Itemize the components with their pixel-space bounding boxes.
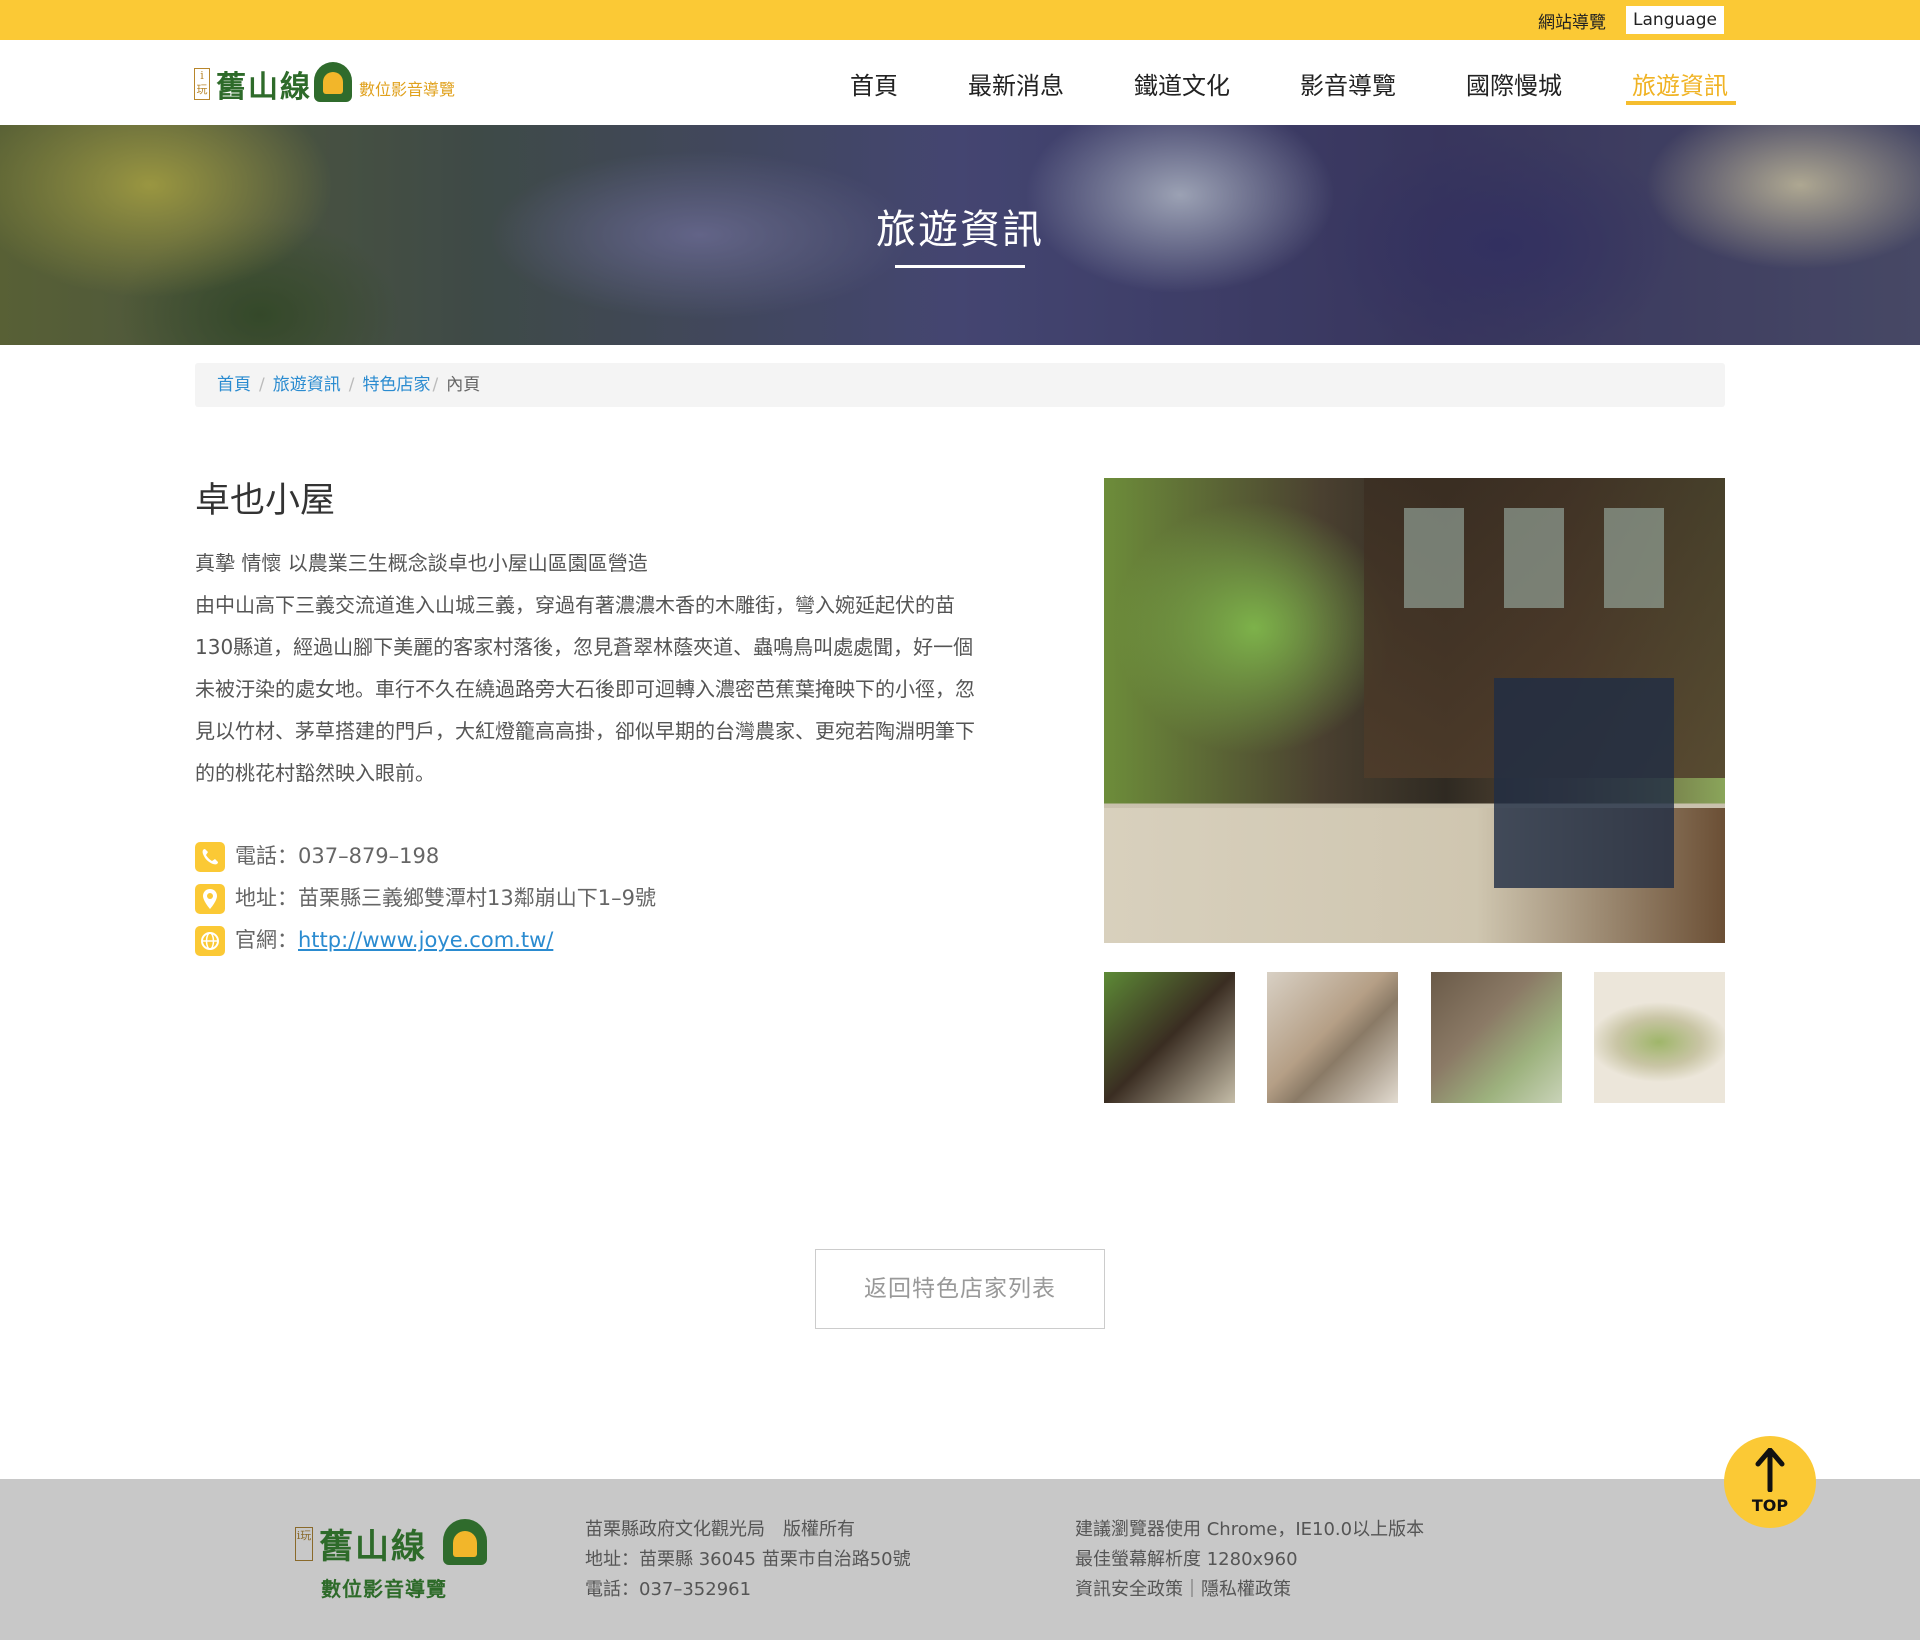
globe-icon: [195, 926, 225, 956]
top-utility-bar: 網站導覽 Language: [0, 0, 1920, 40]
phone-value: 037–879–198: [298, 844, 440, 868]
breadcrumb-separator: /: [348, 375, 355, 395]
top-label: TOP: [1751, 1496, 1789, 1515]
breadcrumb-home[interactable]: 首頁: [217, 375, 251, 395]
site-footer: i玩 舊山線 數位影音導覽 苗栗縣政府文化觀光局 版權所有 地址：苗栗縣 360…: [0, 1479, 1920, 1640]
website-link[interactable]: http://www.joye.com.tw/: [298, 928, 553, 952]
description-line: 由中山高下三義交流道進入山城三義，穿過有著濃濃木香的木雕街，彎入婉延起伏的苗: [195, 593, 955, 617]
breadcrumb-current: 內頁: [446, 375, 481, 395]
footer-logo: i玩 舊山線 數位影音導覽: [295, 1519, 495, 1609]
phone-icon: [195, 842, 225, 872]
logo-name: 舊山線: [216, 70, 312, 105]
description-line: 未被汙染的處女地。車行不久在繞過路旁大石後即可迴轉入濃密芭蕉葉掩映下的小徑，忽: [195, 677, 975, 701]
footer-logo-badge: i玩: [295, 1527, 313, 1561]
footer-site-info: 建議瀏覽器使用 Chrome，IE10.0以上版本 最佳螢幕解析度 1280x9…: [1075, 1515, 1424, 1605]
footer-resolution-note: 最佳螢幕解析度 1280x960: [1075, 1549, 1298, 1570]
arrow-up-icon: [1755, 1448, 1785, 1492]
logo-badge: i玩: [194, 68, 210, 100]
breadcrumb-travel-info[interactable]: 旅遊資訊: [273, 375, 341, 395]
store-title: 卓也小屋: [195, 481, 336, 521]
nav-av-guide[interactable]: 影音導覽: [1300, 66, 1396, 101]
footer-browser-note: 建議瀏覽器使用 Chrome，IE10.0以上版本: [1075, 1519, 1425, 1540]
logo-subtitle: 數位影音導覽: [359, 80, 456, 99]
store-description: 真摯 情懷 以農業三生概念談卓也小屋山區園區營造 由中山高下三義交流道進入山城三…: [195, 542, 1035, 794]
back-to-top-button[interactable]: TOP: [1724, 1436, 1816, 1528]
thumbnail-1[interactable]: [1104, 972, 1235, 1103]
breadcrumb-featured-shops[interactable]: 特色店家: [362, 375, 430, 395]
footer-copyright: 苗栗縣政府文化觀光局 版權所有: [585, 1519, 855, 1540]
footer-address: 地址：苗栗縣 36045 苗栗市自治路50號: [585, 1549, 911, 1570]
website-label: 官網：: [235, 928, 298, 952]
title-underline: [895, 265, 1025, 268]
thumbnail-3[interactable]: [1431, 972, 1562, 1103]
main-store-photo: [1104, 478, 1725, 943]
nav-railway-culture[interactable]: 鐵道文化: [1134, 66, 1230, 101]
site-logo[interactable]: i玩 舊山線 數位影音導覽: [194, 62, 494, 105]
footer-policy-links[interactable]: 資訊安全政策｜隱私權政策: [1075, 1579, 1291, 1600]
breadcrumb-separator: /: [432, 375, 439, 395]
address-label: 地址：: [235, 886, 298, 910]
nav-latest-news[interactable]: 最新消息: [968, 66, 1064, 101]
site-header: i玩 舊山線 數位影音導覽 首頁 最新消息 鐵道文化 影音導覽 國際慢城 旅遊資…: [0, 40, 1920, 125]
description-line: 的的桃花村豁然映入眼前。: [195, 761, 435, 785]
page-title: 旅遊資訊: [876, 207, 1044, 253]
breadcrumb-separator: /: [259, 375, 265, 395]
footer-phone: 電話：037–352961: [585, 1579, 752, 1600]
phone-label: 電話：: [235, 844, 298, 868]
language-button[interactable]: Language: [1626, 6, 1724, 34]
nav-cittaslow[interactable]: 國際慢城: [1466, 66, 1562, 101]
back-to-list-button[interactable]: 返回特色店家列表: [815, 1249, 1105, 1329]
address-value: 苗栗縣三義鄉雙潭村13鄰崩山下1–9號: [298, 886, 656, 910]
footer-logo-subtitle: 數位影音導覽: [321, 1577, 447, 1601]
description-line: 見以竹材、茅草搭建的門戶，大紅燈籠高高掛，卻似早期的台灣農家、更宛若陶淵明筆下: [195, 719, 975, 743]
nav-travel-info[interactable]: 旅遊資訊: [1632, 66, 1728, 101]
sitemap-link[interactable]: 網站導覽: [1538, 8, 1606, 33]
breadcrumb: 首頁 / 旅遊資訊 / 特色店家 / 內頁: [195, 363, 1725, 407]
thumbnail-2[interactable]: [1267, 972, 1398, 1103]
footer-logo-name: 舊山線: [319, 1527, 427, 1567]
nav-active-underline: [1626, 101, 1736, 105]
nav-home[interactable]: 首頁: [850, 66, 898, 101]
photo-shop-entrance: [1494, 678, 1674, 888]
photo-window: [1404, 508, 1464, 608]
description-line: 真摯 情懷 以農業三生概念談卓也小屋山區園區營造: [195, 551, 648, 575]
location-pin-icon: [195, 884, 225, 914]
photo-window: [1504, 508, 1564, 608]
tunnel-logo-icon: [314, 62, 352, 102]
thumbnail-4[interactable]: [1594, 972, 1725, 1103]
footer-contact-info: 苗栗縣政府文化觀光局 版權所有 地址：苗栗縣 36045 苗栗市自治路50號 電…: [585, 1515, 911, 1605]
tunnel-logo-icon: [443, 1519, 487, 1565]
photo-window: [1604, 508, 1664, 608]
hero-banner: 旅遊資訊: [0, 125, 1920, 345]
description-line: 130縣道，經過山腳下美麗的客家村落後，忽見蒼翠林蔭夾道、蟲鳴鳥叫處處聞，好一個: [195, 635, 974, 659]
